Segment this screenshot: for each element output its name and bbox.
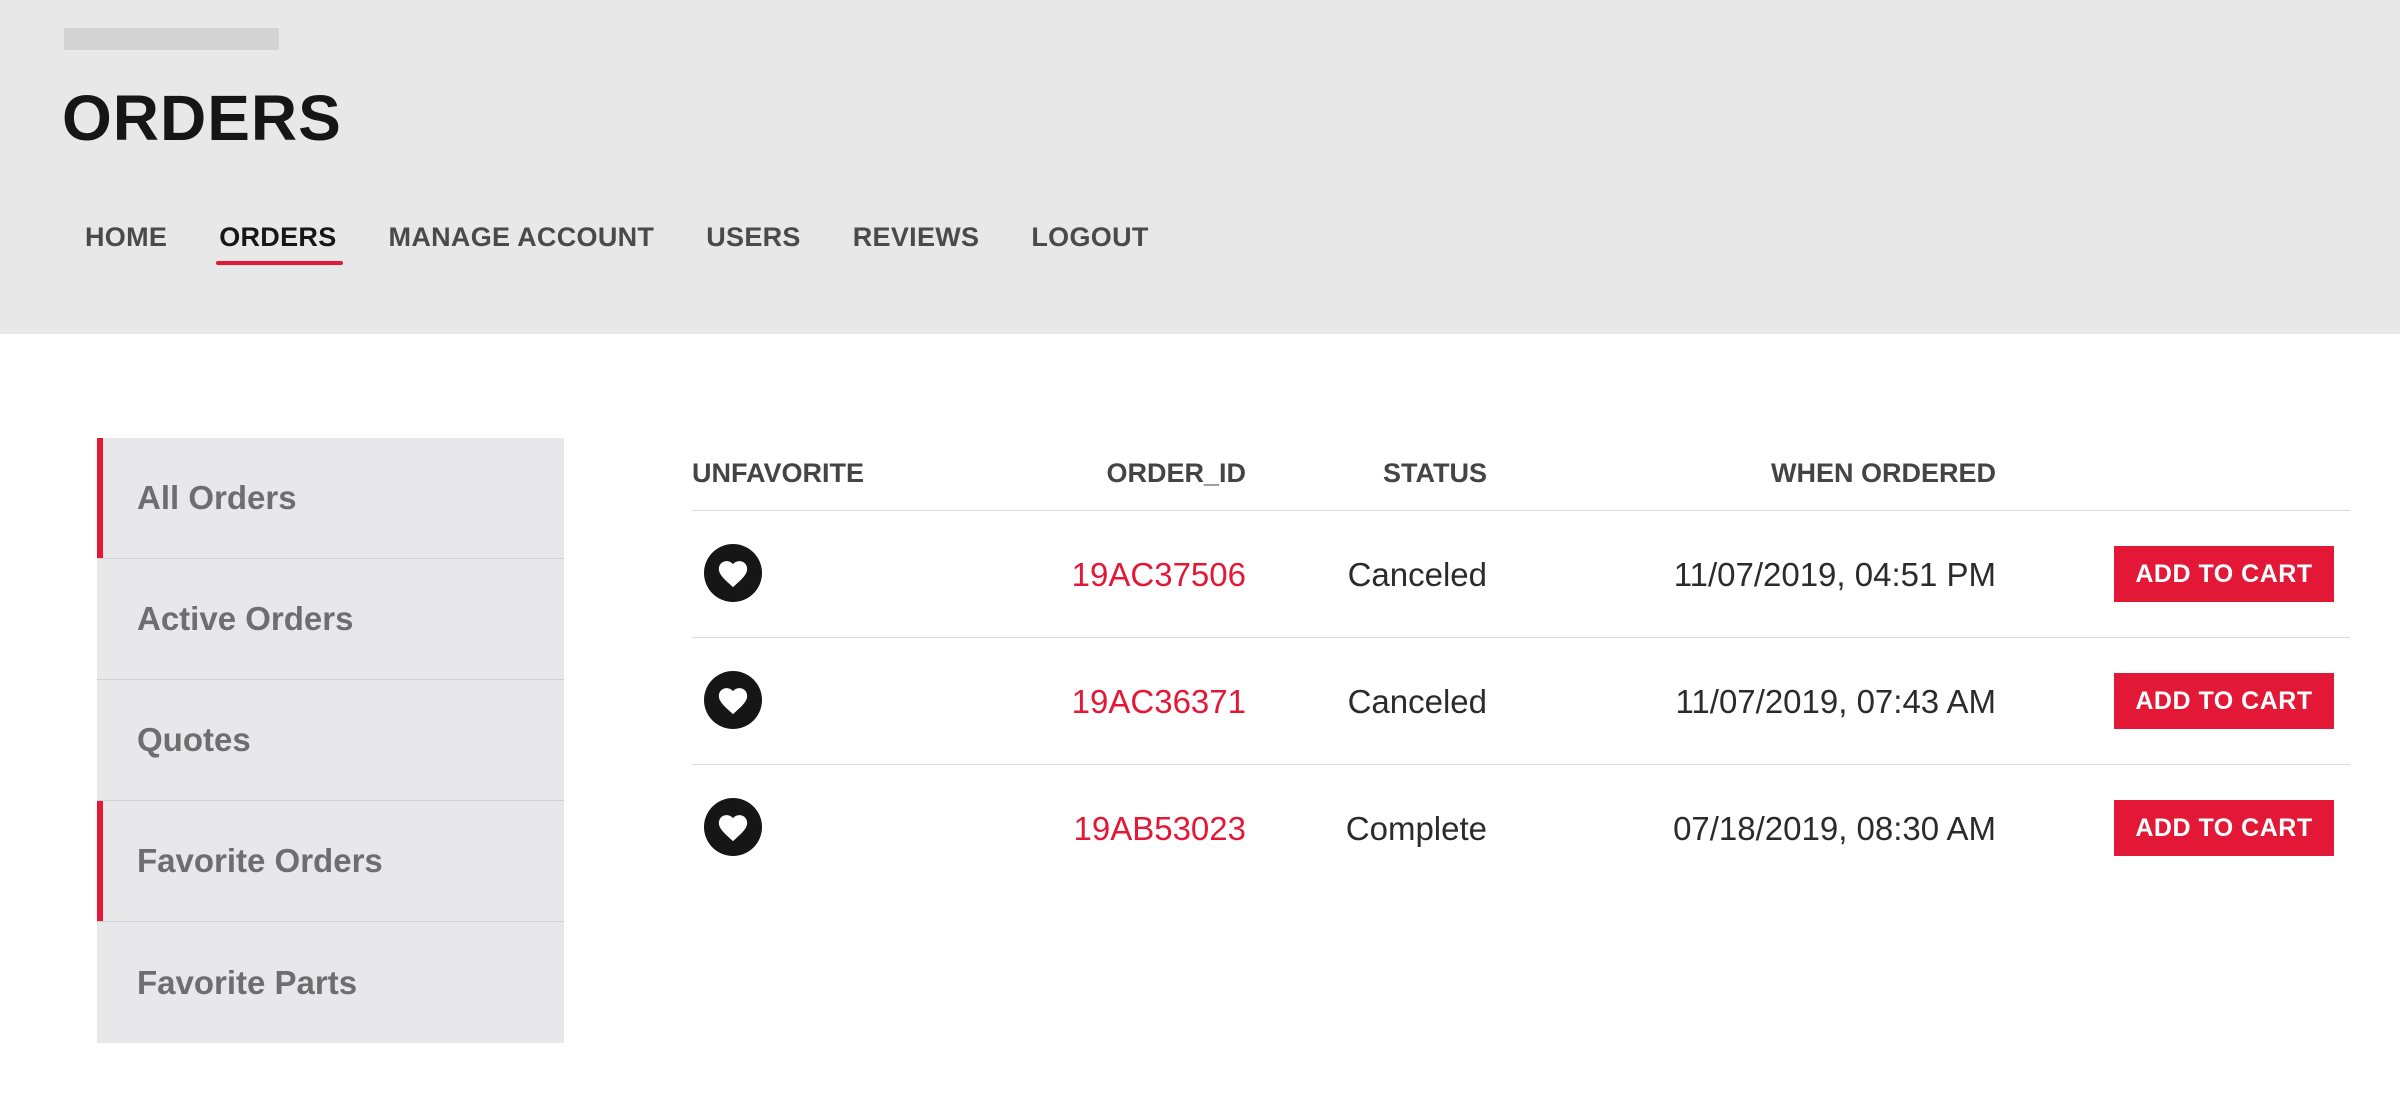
unfavorite-button[interactable] bbox=[704, 671, 762, 729]
table-row: 19AC37506 Canceled 11/07/2019, 04:51 PM … bbox=[692, 511, 2350, 638]
page-title: ORDERS bbox=[62, 82, 342, 154]
orders-sidebar: All Orders Active Orders Quotes Favorite… bbox=[97, 438, 564, 1043]
nav-item-reviews[interactable]: REVIEWS bbox=[853, 222, 980, 265]
order-date: 11/07/2019, 07:43 AM bbox=[1675, 683, 1996, 720]
header-unfavorite: UNFAVORITE bbox=[692, 458, 865, 488]
orders-table: UNFAVORITE ORDER_ID STATUS WHEN ORDERED … bbox=[692, 448, 2350, 891]
nav-item-orders[interactable]: ORDERS bbox=[216, 222, 343, 265]
sidebar-item-favorite-parts[interactable]: Favorite Parts bbox=[97, 922, 564, 1043]
header-status: STATUS bbox=[1383, 458, 1487, 488]
table-row: 19AC36371 Canceled 11/07/2019, 07:43 AM … bbox=[692, 638, 2350, 765]
page-header: ORDERS HOME ORDERS MANAGE ACCOUNT USERS … bbox=[0, 0, 2400, 334]
top-nav: HOME ORDERS MANAGE ACCOUNT USERS REVIEWS… bbox=[85, 222, 1149, 265]
order-date: 07/18/2019, 08:30 AM bbox=[1673, 810, 1996, 847]
nav-item-users[interactable]: USERS bbox=[706, 222, 801, 265]
table-header-row: UNFAVORITE ORDER_ID STATUS WHEN ORDERED bbox=[692, 448, 2350, 511]
order-status: Complete bbox=[1345, 810, 1487, 847]
order-status: Canceled bbox=[1347, 683, 1487, 720]
add-to-cart-button[interactable]: ADD TO CART bbox=[2114, 546, 2334, 602]
sidebar-item-active-orders[interactable]: Active Orders bbox=[97, 559, 564, 680]
order-id-link[interactable]: 19AB53023 bbox=[1074, 809, 1247, 849]
sidebar-item-favorite-orders[interactable]: Favorite Orders bbox=[97, 801, 564, 922]
sidebar-item-all-orders[interactable]: All Orders bbox=[97, 438, 564, 559]
add-to-cart-button[interactable]: ADD TO CART bbox=[2114, 800, 2334, 856]
heart-icon bbox=[718, 815, 748, 842]
unfavorite-button[interactable] bbox=[704, 798, 762, 856]
header-when-ordered: WHEN ORDERED bbox=[1770, 458, 1996, 488]
order-status: Canceled bbox=[1347, 556, 1487, 593]
header-order-id: ORDER_ID bbox=[1106, 458, 1246, 488]
add-to-cart-button[interactable]: ADD TO CART bbox=[2114, 673, 2334, 729]
order-id-link[interactable]: 19AC37506 bbox=[1072, 555, 1246, 595]
header-placeholder-bar bbox=[64, 28, 279, 50]
nav-item-manage-account[interactable]: MANAGE ACCOUNT bbox=[389, 222, 655, 265]
table-row: 19AB53023 Complete 07/18/2019, 08:30 AM … bbox=[692, 765, 2350, 891]
heart-icon bbox=[718, 688, 748, 715]
order-date: 11/07/2019, 04:51 PM bbox=[1673, 556, 1996, 593]
sidebar-item-quotes[interactable]: Quotes bbox=[97, 680, 564, 801]
nav-item-logout[interactable]: LOGOUT bbox=[1031, 222, 1148, 265]
nav-item-home[interactable]: HOME bbox=[85, 222, 167, 265]
heart-icon bbox=[718, 561, 748, 588]
order-id-link[interactable]: 19AC36371 bbox=[1072, 682, 1246, 722]
unfavorite-button[interactable] bbox=[704, 544, 762, 602]
